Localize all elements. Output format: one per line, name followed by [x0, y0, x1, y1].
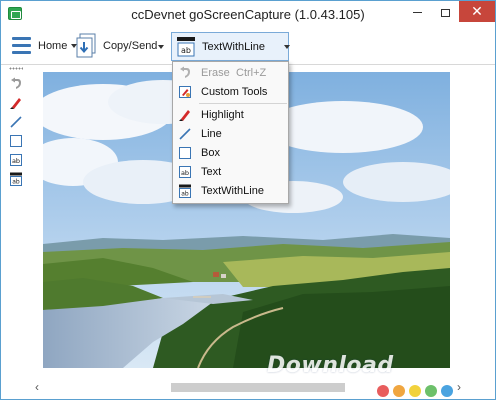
horizontal-scroll-thumb[interactable]: [171, 383, 345, 392]
menu-separator: [199, 103, 287, 104]
menu-item-label: TextWithLine: [201, 185, 264, 197]
menu-item-text-with-line[interactable]: ab TextWithLine: [173, 182, 288, 200]
close-button[interactable]: ✕: [459, 1, 495, 22]
svg-text:ab: ab: [181, 46, 191, 55]
title-bar: ccDevnet goScreenCapture (1.0.43.105) ✕: [1, 1, 495, 28]
undo-icon[interactable]: [9, 77, 23, 91]
undo-icon: [180, 66, 190, 78]
scroll-left-icon[interactable]: ‹: [35, 381, 47, 393]
svg-text:ab: ab: [12, 157, 20, 165]
menu-item-label: Line: [201, 128, 222, 140]
home-label: Home: [38, 40, 68, 52]
tool-dropdown-menu: Erase Ctrl+Z Custom Tools Highlight Line: [172, 61, 289, 204]
watermark-dot: [441, 385, 453, 397]
menu-item-label: Highlight: [201, 109, 244, 121]
line-icon: [179, 128, 191, 140]
horizontal-scrollbar[interactable]: ‹ ›: [33, 379, 473, 396]
custom-tools-icon: [179, 86, 191, 98]
menu-item-text[interactable]: ab Text: [173, 163, 288, 181]
home-menu[interactable]: Home: [38, 40, 78, 52]
copy-send-button[interactable]: Copy/Send: [103, 40, 157, 52]
download-watermark-domain: .com.vn: [437, 367, 482, 378]
text-icon: ab: [179, 166, 191, 178]
box-icon: [179, 147, 191, 159]
watermark-dot: [377, 385, 389, 397]
minimize-button[interactable]: [403, 1, 431, 22]
copy-send-icon[interactable]: [76, 33, 98, 59]
menu-item-highlight[interactable]: Highlight: [173, 106, 288, 124]
menu-item-custom-tools[interactable]: Custom Tools: [173, 83, 288, 101]
watermark-dot: [393, 385, 405, 397]
watermark-dot: [425, 385, 437, 397]
menu-item-label: Text: [201, 166, 222, 178]
menu-item-label: Custom Tools: [201, 86, 268, 98]
app-window: ccDevnet goScreenCapture (1.0.43.105) ✕ …: [0, 0, 496, 400]
svg-text:ab: ab: [181, 191, 189, 198]
menu-item-label: Box: [201, 147, 220, 159]
text-icon[interactable]: ab: [9, 153, 23, 167]
hamburger-menu-icon[interactable]: [12, 37, 31, 54]
menu-item-line[interactable]: Line: [173, 125, 288, 143]
svg-text:ab: ab: [12, 179, 20, 186]
menu-item-label: Erase: [201, 67, 230, 79]
download-watermark: Download: [267, 353, 394, 378]
copy-send-dropdown-icon[interactable]: [158, 45, 164, 49]
minimize-icon: [412, 12, 422, 14]
selected-tool-label: TextWithLine: [202, 41, 265, 53]
box-icon[interactable]: [9, 134, 23, 148]
close-icon: ✕: [471, 3, 483, 19]
scroll-right-icon[interactable]: ›: [457, 381, 469, 393]
vertical-scroll-thumb[interactable]: [458, 69, 470, 377]
maximize-icon: [440, 8, 450, 17]
vertical-scrollbar[interactable]: [456, 67, 472, 379]
marker-icon: [179, 110, 190, 121]
maximize-button[interactable]: [431, 1, 459, 22]
text-with-line-icon[interactable]: ab: [9, 172, 23, 186]
annotation-tool-selector[interactable]: ab TextWithLine: [171, 32, 290, 61]
line-icon[interactable]: [9, 115, 23, 129]
marker-icon[interactable]: [9, 96, 23, 110]
chevron-down-icon: [284, 45, 290, 49]
menu-item-box[interactable]: Box: [173, 144, 288, 162]
text-with-line-icon: ab: [179, 184, 191, 198]
menu-item-erase[interactable]: Erase Ctrl+Z: [173, 64, 288, 82]
toolbox-grip[interactable]: [9, 67, 23, 70]
svg-text:ab: ab: [181, 169, 189, 177]
menu-item-shortcut: Ctrl+Z: [236, 67, 267, 79]
watermark-dot: [409, 385, 421, 397]
annotation-toolbox: ab ab: [6, 67, 26, 377]
text-with-line-icon: ab: [177, 37, 195, 57]
